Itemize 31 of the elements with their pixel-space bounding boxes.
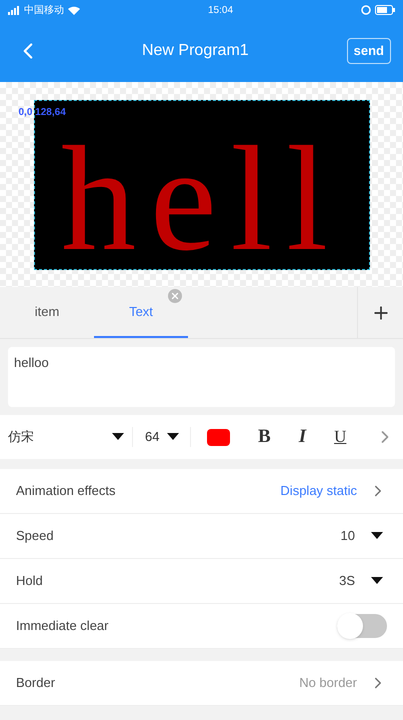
battery-icon	[375, 5, 395, 15]
setting-label: Hold	[16, 572, 43, 590]
signal-icon	[8, 6, 20, 14]
dropdown-caret-icon	[371, 532, 383, 540]
carrier-name: 中国移动	[24, 4, 64, 18]
setting-label: Animation effects	[16, 482, 116, 500]
setting-label: Immediate clear	[16, 617, 108, 636]
led-text: hell	[61, 128, 342, 268]
page-title: New Program1	[142, 41, 249, 61]
bold-button[interactable]: B	[258, 422, 271, 452]
setting-dropdown[interactable]: 3S	[339, 571, 387, 591]
dropdown-caret-icon	[167, 433, 180, 441]
setting-link[interactable]: Display static	[280, 481, 387, 501]
dropdown-caret-icon	[112, 433, 124, 441]
setting-label: Border	[16, 674, 56, 692]
setting-dropdown[interactable]: 10	[340, 526, 387, 546]
italic-button[interactable]: I	[298, 422, 306, 452]
setting-label: Speed	[16, 527, 54, 546]
wifi-icon	[68, 6, 80, 14]
text-input-field[interactable]: helloo	[8, 347, 395, 407]
underline-button[interactable]: U	[334, 424, 346, 450]
font-dropdown[interactable]: 仿宋	[8, 427, 133, 447]
clock-time: 15:04	[208, 4, 234, 18]
dropdown-caret-icon	[371, 577, 383, 585]
color-swatch[interactable]	[207, 428, 230, 446]
size-dropdown[interactable]: 64	[133, 427, 191, 447]
toggle-switch[interactable]	[337, 614, 387, 638]
tab[interactable]: item	[0, 287, 94, 338]
close-icon[interactable]	[168, 289, 182, 303]
coordinate-label: 0,0 128,64	[18, 106, 66, 120]
alarm-icon	[361, 5, 371, 15]
